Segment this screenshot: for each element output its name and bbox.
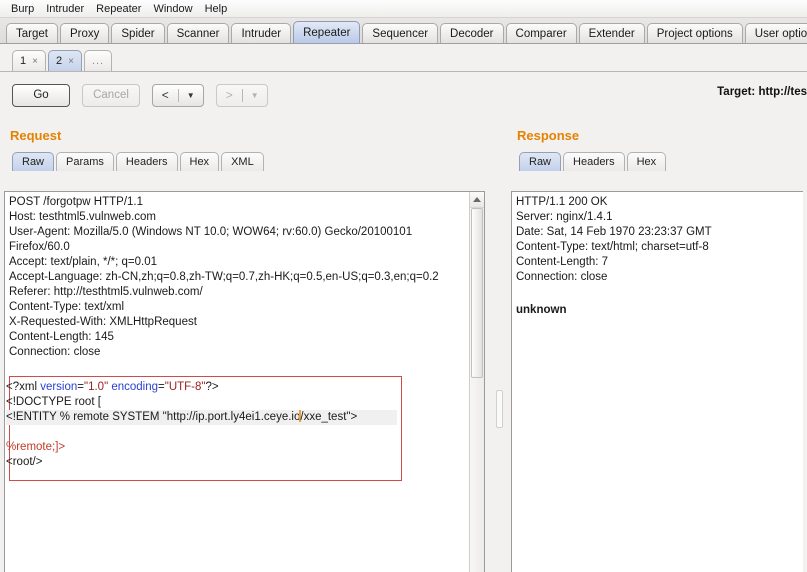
repeater-panes: Request Raw Params Headers Hex XML POST … <box>0 118 807 572</box>
menu-bar: Burp Intruder Repeater Window Help <box>0 0 807 18</box>
tab-sequencer[interactable]: Sequencer <box>362 23 439 43</box>
xml-attr-version: version <box>40 381 78 393</box>
close-icon[interactable]: × <box>68 56 74 67</box>
scrollbar-thumb[interactable] <box>471 208 483 378</box>
tab-decoder[interactable]: Decoder <box>440 23 504 43</box>
xml-value-encoding: "UTF-8" <box>164 381 206 393</box>
repeater-toolbar: Go Cancel < ▼ > ▼ Target: http://tes <box>0 72 807 118</box>
menu-item-repeater[interactable]: Repeater <box>90 2 147 16</box>
xml-line-root: <root/> <box>6 456 43 468</box>
triangle-up-icon <box>473 197 481 202</box>
response-editor[interactable]: HTTP/1.1 200 OK Server: nginx/1.4.1 Date… <box>511 191 803 572</box>
request-tab-bar: Raw Params Headers Hex XML <box>0 149 489 171</box>
tab-intruder[interactable]: Intruder <box>231 23 292 43</box>
repeater-tab-2-label: 2 <box>55 55 63 67</box>
xml-line-doctype: <!DOCTYPE root [ <box>6 396 101 408</box>
menu-item-burp[interactable]: Burp <box>5 2 40 16</box>
repeater-tab-add[interactable]: ... <box>83 50 113 71</box>
xml-entity-url-suffix: /xxe_test"> <box>300 411 358 423</box>
response-tab-raw[interactable]: Raw <box>519 152 562 171</box>
menu-item-help[interactable]: Help <box>199 2 234 16</box>
repeater-tab-2[interactable]: 2 × <box>47 50 82 71</box>
burp-suite-window: Burp Intruder Repeater Window Help Targe… <box>0 0 807 572</box>
tab-target[interactable]: Target <box>6 23 58 43</box>
main-tab-bar: Target Proxy Spider Scanner Intruder Rep… <box>0 18 807 44</box>
xml-equals: = <box>77 381 84 393</box>
request-tab-hex[interactable]: Hex <box>179 152 220 171</box>
tab-comparer[interactable]: Comparer <box>505 23 577 43</box>
xml-decl-open: <?xml <box>6 381 41 393</box>
chevron-down-icon[interactable]: ▼ <box>179 91 204 100</box>
menu-item-window[interactable]: Window <box>147 2 198 16</box>
xml-line-remote-ref: %remote;]> <box>6 441 66 453</box>
xml-decl-close: ?> <box>205 381 219 393</box>
forward-button: > ▼ <box>216 83 268 107</box>
request-editor[interactable]: POST /forgotpw HTTP/1.1 Host: testhtml5.… <box>4 191 485 572</box>
tab-scanner[interactable]: Scanner <box>166 23 230 43</box>
request-tab-params[interactable]: Params <box>56 152 114 171</box>
close-icon[interactable]: × <box>32 56 38 67</box>
menu-item-intruder[interactable]: Intruder <box>40 2 90 16</box>
back-button[interactable]: < ▼ <box>152 83 204 107</box>
tab-spider[interactable]: Spider <box>111 23 165 43</box>
xml-line-declaration: <?xml version="1.0" encoding="UTF-8"?> <box>6 381 219 393</box>
request-pane: Request Raw Params Headers Hex XML POST … <box>0 118 489 572</box>
xml-line-entity[interactable]: <!ENTITY % remote SYSTEM "http://ip.port… <box>6 410 397 425</box>
splitter-grip-icon[interactable] <box>496 390 503 428</box>
cancel-button: Cancel <box>82 83 140 107</box>
chevron-right-icon: > <box>225 88 233 102</box>
repeater-tab-1-label: 1 <box>20 55 27 67</box>
pane-splitter[interactable] <box>489 118 507 572</box>
tab-repeater[interactable]: Repeater <box>293 21 361 43</box>
chevron-down-icon: ▼ <box>250 90 259 100</box>
request-tab-headers[interactable]: Headers <box>115 152 178 171</box>
response-title: Response <box>517 128 580 143</box>
request-tab-raw[interactable]: Raw <box>12 152 55 171</box>
repeater-tab-bar: 1 × 2 × ... <box>0 44 807 72</box>
tab-user-options[interactable]: User options <box>744 23 807 43</box>
request-tab-xml[interactable]: XML <box>221 152 264 171</box>
response-pane: Response Raw Headers Hex HTTP/1.1 200 OK… <box>507 118 807 572</box>
request-title: Request <box>10 128 62 143</box>
tab-extender[interactable]: Extender <box>578 23 645 43</box>
target-label: Target: http://tes <box>717 86 807 98</box>
xml-attr-encoding: encoding <box>108 381 159 393</box>
repeater-tab-1[interactable]: 1 × <box>12 50 46 71</box>
chevron-left-icon: < <box>161 88 169 102</box>
tab-proxy[interactable]: Proxy <box>59 23 110 43</box>
response-tab-bar: Raw Headers Hex <box>507 149 807 171</box>
go-button[interactable]: Go <box>12 83 70 107</box>
xml-value-version: "1.0" <box>84 381 109 393</box>
request-body-xml[interactable]: <?xml version="1.0" encoding="UTF-8"?> <… <box>6 380 397 470</box>
xml-entity-url-prefix: <!ENTITY % remote SYSTEM "http://ip.port… <box>6 411 301 423</box>
tab-project-options[interactable]: Project options <box>646 23 743 43</box>
response-tab-headers[interactable]: Headers <box>563 152 625 171</box>
scroll-up-button[interactable] <box>470 192 484 208</box>
response-body-text[interactable]: unknown <box>516 303 799 572</box>
xml-equals: = <box>158 381 165 393</box>
response-tab-hex[interactable]: Hex <box>626 152 667 171</box>
request-vertical-scrollbar[interactable] <box>469 192 484 572</box>
